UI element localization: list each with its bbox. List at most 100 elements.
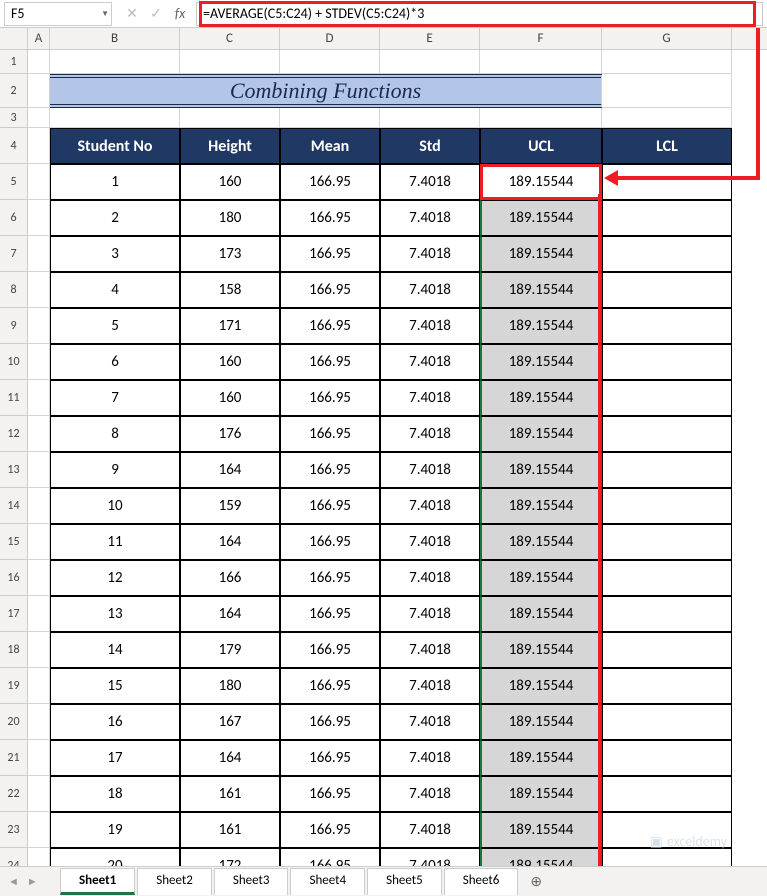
row-header-1[interactable]: 1 bbox=[0, 50, 28, 74]
row-header-8[interactable]: 8 bbox=[0, 272, 28, 308]
cell[interactable] bbox=[50, 50, 180, 74]
cell-lcl[interactable] bbox=[602, 308, 732, 344]
cell-std[interactable]: 7.4018 bbox=[380, 668, 480, 704]
cell[interactable] bbox=[28, 128, 50, 164]
row-header-10[interactable]: 10 bbox=[0, 344, 28, 380]
cell-mean[interactable]: 166.95 bbox=[280, 236, 380, 272]
cell-height[interactable]: 173 bbox=[180, 236, 280, 272]
sheet-tab-sheet3[interactable]: Sheet3 bbox=[214, 868, 289, 895]
cell-height[interactable]: 160 bbox=[180, 164, 280, 200]
cell-std[interactable]: 7.4018 bbox=[380, 380, 480, 416]
cell-ucl[interactable]: 189.15544 bbox=[480, 452, 602, 488]
cell[interactable] bbox=[28, 344, 50, 380]
col-header-D[interactable]: D bbox=[280, 28, 380, 49]
row-header-22[interactable]: 22 bbox=[0, 776, 28, 812]
cell-student[interactable]: 19 bbox=[50, 812, 180, 848]
cell-lcl[interactable] bbox=[602, 632, 732, 668]
header-ucl[interactable]: UCL bbox=[480, 128, 602, 164]
cell-student[interactable]: 16 bbox=[50, 704, 180, 740]
cell-lcl[interactable] bbox=[602, 596, 732, 632]
col-header-G[interactable]: G bbox=[602, 28, 732, 49]
cell[interactable] bbox=[28, 524, 50, 560]
cell-lcl[interactable] bbox=[602, 704, 732, 740]
cell-std[interactable]: 7.4018 bbox=[380, 560, 480, 596]
row-header-21[interactable]: 21 bbox=[0, 740, 28, 776]
row-header-18[interactable]: 18 bbox=[0, 632, 28, 668]
cell-lcl[interactable] bbox=[602, 164, 732, 200]
cell-std[interactable]: 7.4018 bbox=[380, 164, 480, 200]
cell-std[interactable]: 7.4018 bbox=[380, 236, 480, 272]
row-header-23[interactable]: 23 bbox=[0, 812, 28, 848]
cell-student[interactable]: 10 bbox=[50, 488, 180, 524]
cell-mean[interactable]: 166.95 bbox=[280, 560, 380, 596]
cell-std[interactable]: 7.4018 bbox=[380, 308, 480, 344]
cell-student[interactable]: 8 bbox=[50, 416, 180, 452]
cell-ucl[interactable]: 189.15544 bbox=[480, 272, 602, 308]
cell-ucl[interactable]: 189.15544 bbox=[480, 632, 602, 668]
cell[interactable] bbox=[28, 668, 50, 704]
row-header-13[interactable]: 13 bbox=[0, 452, 28, 488]
cell[interactable] bbox=[28, 776, 50, 812]
cell-mean[interactable]: 166.95 bbox=[280, 164, 380, 200]
row-header-11[interactable]: 11 bbox=[0, 380, 28, 416]
cell-student[interactable]: 6 bbox=[50, 344, 180, 380]
name-box[interactable]: F5 ▼ bbox=[4, 2, 112, 26]
row-header-17[interactable]: 17 bbox=[0, 596, 28, 632]
cell-height[interactable]: 171 bbox=[180, 308, 280, 344]
cell-mean[interactable]: 166.95 bbox=[280, 272, 380, 308]
cell-std[interactable]: 7.4018 bbox=[380, 740, 480, 776]
cell-height[interactable]: 179 bbox=[180, 632, 280, 668]
cell[interactable] bbox=[180, 50, 280, 74]
formula-input[interactable]: =AVERAGE(C5:C24) + STDEV(C5:C24)*3 bbox=[196, 2, 763, 26]
cell-lcl[interactable] bbox=[602, 560, 732, 596]
row-header-14[interactable]: 14 bbox=[0, 488, 28, 524]
row-header-7[interactable]: 7 bbox=[0, 236, 28, 272]
cell-ucl[interactable]: 189.15544 bbox=[480, 740, 602, 776]
cell-std[interactable]: 7.4018 bbox=[380, 416, 480, 452]
cell-ucl[interactable]: 189.15544 bbox=[480, 488, 602, 524]
cell[interactable] bbox=[50, 108, 180, 128]
cell[interactable] bbox=[28, 50, 50, 74]
cell-height[interactable]: 164 bbox=[180, 596, 280, 632]
cell[interactable] bbox=[28, 74, 50, 108]
cell-height[interactable]: 161 bbox=[180, 776, 280, 812]
col-header-A[interactable]: A bbox=[28, 28, 50, 49]
row-header-12[interactable]: 12 bbox=[0, 416, 28, 452]
cell-lcl[interactable] bbox=[602, 380, 732, 416]
cell-student[interactable]: 5 bbox=[50, 308, 180, 344]
cell-ucl[interactable]: 189.15544 bbox=[480, 164, 602, 200]
cell[interactable] bbox=[28, 416, 50, 452]
cell-student[interactable]: 17 bbox=[50, 740, 180, 776]
cell-lcl[interactable] bbox=[602, 344, 732, 380]
cell-std[interactable]: 7.4018 bbox=[380, 524, 480, 560]
cell-lcl[interactable] bbox=[602, 668, 732, 704]
cell-height[interactable]: 176 bbox=[180, 416, 280, 452]
cell-ucl[interactable]: 189.15544 bbox=[480, 416, 602, 452]
cell-mean[interactable]: 166.95 bbox=[280, 380, 380, 416]
cell-std[interactable]: 7.4018 bbox=[380, 272, 480, 308]
cell[interactable] bbox=[28, 704, 50, 740]
cell-height[interactable]: 166 bbox=[180, 560, 280, 596]
row-header-16[interactable]: 16 bbox=[0, 560, 28, 596]
tab-prev-icon[interactable]: ◄ bbox=[8, 875, 19, 888]
cell-lcl[interactable] bbox=[602, 740, 732, 776]
cell-mean[interactable]: 166.95 bbox=[280, 308, 380, 344]
cell-mean[interactable]: 166.95 bbox=[280, 488, 380, 524]
cell-lcl[interactable] bbox=[602, 416, 732, 452]
col-header-C[interactable]: C bbox=[180, 28, 280, 49]
cell[interactable] bbox=[28, 164, 50, 200]
header-student[interactable]: Student No bbox=[50, 128, 180, 164]
cell-ucl[interactable]: 189.15544 bbox=[480, 380, 602, 416]
tab-next-icon[interactable]: ► bbox=[27, 875, 38, 888]
cell-std[interactable]: 7.4018 bbox=[380, 776, 480, 812]
cell-student[interactable]: 12 bbox=[50, 560, 180, 596]
cell-ucl[interactable]: 189.15544 bbox=[480, 344, 602, 380]
header-lcl[interactable]: LCL bbox=[602, 128, 732, 164]
cell-std[interactable]: 7.4018 bbox=[380, 200, 480, 236]
cell[interactable] bbox=[380, 108, 480, 128]
cell-ucl[interactable]: 189.15544 bbox=[480, 560, 602, 596]
cell-student[interactable]: 15 bbox=[50, 668, 180, 704]
cell-lcl[interactable] bbox=[602, 272, 732, 308]
cell-student[interactable]: 3 bbox=[50, 236, 180, 272]
cell-height[interactable]: 159 bbox=[180, 488, 280, 524]
